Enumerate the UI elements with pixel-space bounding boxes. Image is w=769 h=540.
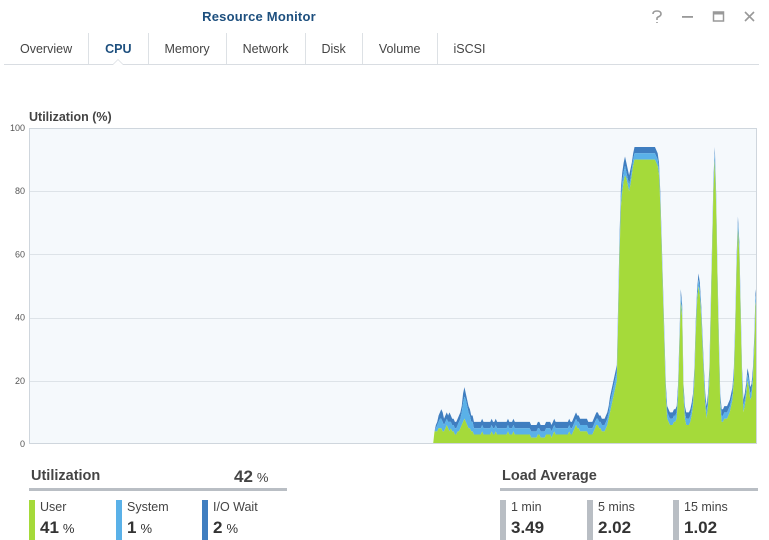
y-tick-label: 100 — [10, 123, 25, 133]
metric-iowait: I/O Wait 2% — [202, 500, 287, 540]
metric-value: 3.49 — [511, 518, 545, 537]
tab-label: Disk — [321, 41, 346, 56]
maximize-icon[interactable] — [709, 7, 728, 26]
metric-unit: % — [62, 521, 75, 536]
metric-number: 1 — [127, 518, 137, 537]
tab-cpu[interactable]: CPU — [89, 33, 149, 65]
tab-bar: Overview CPU Memory Network Disk Volume … — [4, 33, 759, 65]
tab-volume[interactable]: Volume — [363, 33, 438, 64]
tab-label: iSCSI — [453, 41, 486, 56]
tab-network[interactable]: Network — [227, 33, 306, 64]
metric-label: I/O Wait — [213, 500, 258, 514]
help-icon[interactable] — [647, 7, 666, 26]
tab-memory[interactable]: Memory — [149, 33, 227, 64]
metric-value: 2% — [213, 518, 287, 538]
metric-value: 1% — [127, 518, 202, 538]
utilization-header: Utilization 42% — [29, 462, 287, 491]
metric-label: 1 min — [511, 500, 542, 514]
metric-unit: % — [226, 521, 239, 536]
metric-value: 1.02 — [684, 518, 718, 537]
metric-number: 41 — [40, 518, 59, 537]
metric-user: User 41% — [29, 500, 116, 540]
tab-label: Overview — [20, 41, 73, 56]
window-title: Resource Monitor — [202, 9, 316, 24]
resource-monitor-window: Resource Monitor Overview CPU Memory Net… — [0, 0, 769, 540]
load-average-metrics: 1 min 3.49 5 mins 2.02 15 mins 1.02 — [500, 500, 758, 540]
metric-color-bar — [673, 500, 679, 540]
load-15mins: 15 mins 1.02 — [673, 500, 758, 540]
metric-system: System 1% — [116, 500, 202, 540]
tab-disk[interactable]: Disk — [306, 33, 363, 64]
title-bar: Resource Monitor — [0, 0, 769, 34]
utilization-total-value: 42 — [234, 467, 253, 486]
load-5mins: 5 mins 2.02 — [587, 500, 673, 540]
metric-value: 2.02 — [598, 518, 632, 537]
tab-label: Network — [242, 41, 289, 56]
metric-color-bar — [116, 500, 122, 540]
metric-color-bar — [587, 500, 593, 540]
active-tab-indicator — [112, 59, 125, 65]
close-icon[interactable] — [740, 7, 759, 26]
load-average-panel: Load Average 1 min 3.49 5 mins 2.02 15 m… — [500, 462, 758, 540]
utilization-panel: Utilization 42% User 41% System 1% I/O W… — [29, 462, 287, 540]
load-average-header: Load Average — [500, 462, 758, 491]
cpu-utilization-chart: 0 20 40 60 80 100 — [0, 120, 769, 455]
metric-label: User — [40, 500, 67, 514]
metric-unit: % — [140, 521, 153, 536]
utilization-metrics: User 41% System 1% I/O Wait 2% — [29, 500, 287, 540]
metric-color-bar — [500, 500, 506, 540]
y-axis: 0 20 40 60 80 100 — [10, 123, 25, 449]
metric-value: 41% — [40, 518, 116, 538]
minimize-icon[interactable] — [678, 7, 697, 26]
tab-overview[interactable]: Overview — [4, 33, 90, 64]
metric-label: 5 mins — [598, 500, 635, 514]
metric-number: 2 — [213, 518, 223, 537]
tab-label: Memory — [164, 41, 210, 56]
utilization-label: Utilization — [31, 468, 101, 484]
utilization-total: 42% — [234, 467, 268, 487]
load-average-label: Load Average — [502, 468, 597, 484]
metric-label: 15 mins — [684, 500, 728, 514]
utilization-total-unit: % — [256, 470, 269, 485]
tab-label: CPU — [105, 41, 132, 56]
window-controls — [647, 7, 759, 26]
metric-color-bar — [29, 500, 35, 540]
y-tick-label: 80 — [15, 186, 25, 196]
metric-color-bar — [202, 500, 208, 540]
metric-label: System — [127, 500, 169, 514]
cpu-chart-svg: 0 20 40 60 80 100 — [10, 123, 757, 449]
y-tick-label: 40 — [15, 313, 25, 323]
load-1min: 1 min 3.49 — [500, 500, 587, 540]
tab-iscsi[interactable]: iSCSI — [438, 33, 502, 64]
y-tick-label: 60 — [15, 249, 25, 259]
tab-label: Volume — [378, 41, 421, 56]
y-tick-label: 20 — [15, 376, 25, 386]
y-tick-label: 0 — [20, 439, 25, 449]
